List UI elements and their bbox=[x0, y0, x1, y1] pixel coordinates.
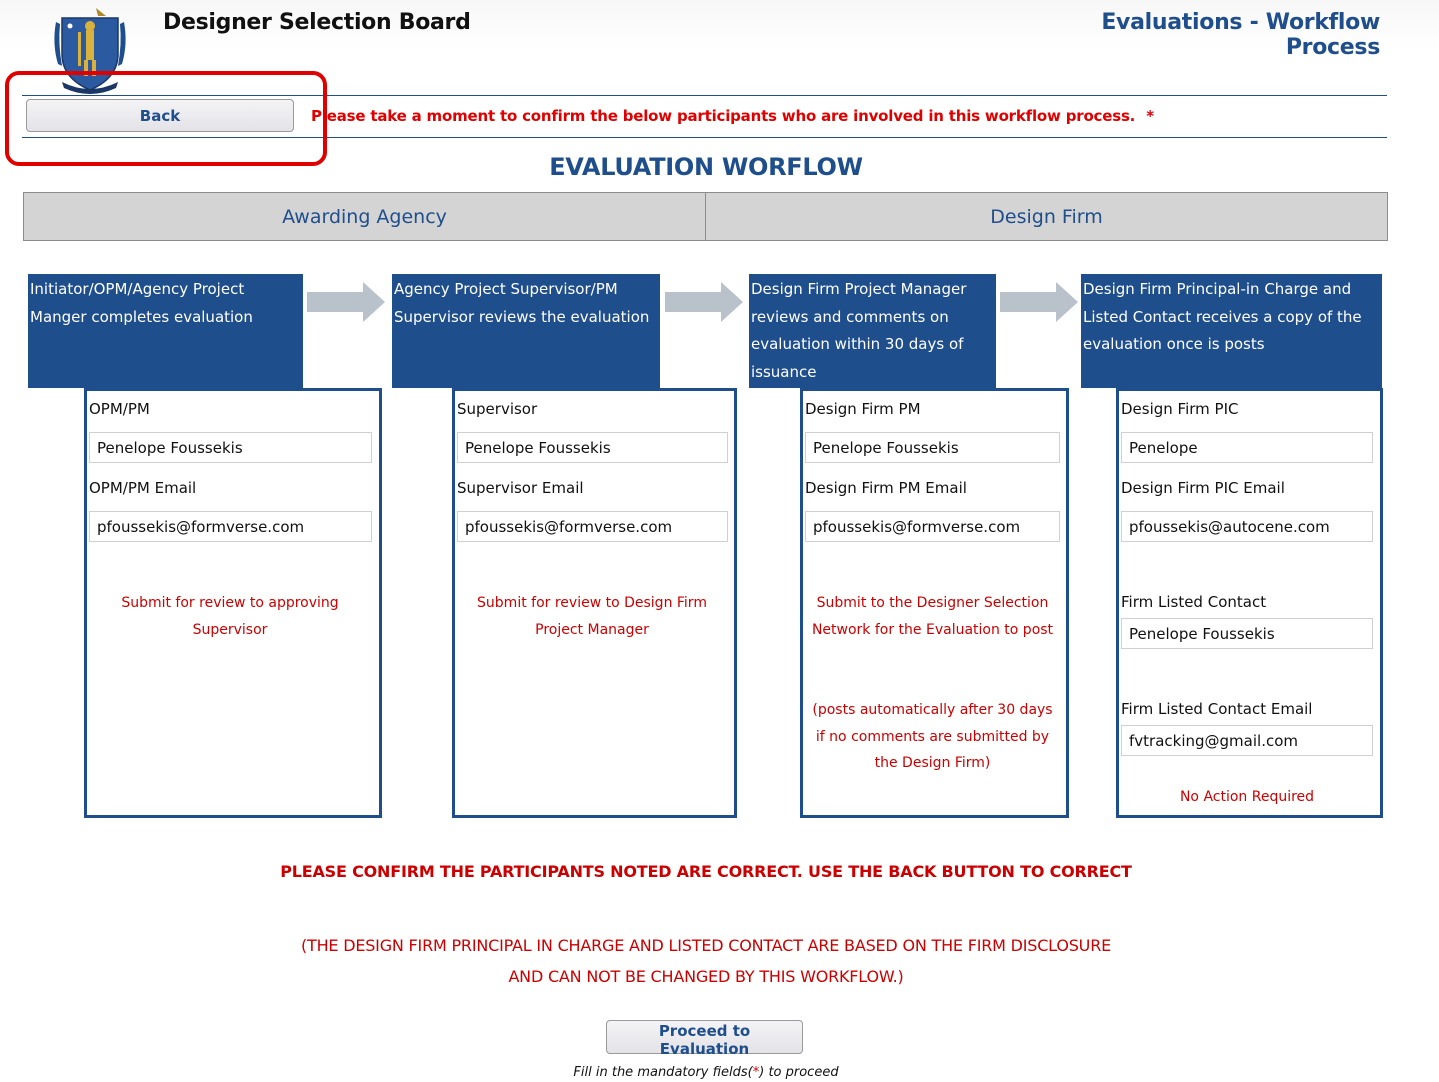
supervisor-email-field[interactable] bbox=[457, 511, 728, 542]
design-firm-pm-email-field[interactable] bbox=[805, 511, 1060, 542]
step-1-description: Initiator/OPM/Agency Project Manger comp… bbox=[28, 274, 303, 388]
mandatory-fields-note: Fill in the mandatory fields(*) to proce… bbox=[0, 1065, 1412, 1080]
required-marker: * bbox=[1146, 107, 1154, 125]
field-label: Firm Listed Contact bbox=[1121, 593, 1267, 611]
back-button-highlight bbox=[5, 71, 327, 166]
arrow-right-icon bbox=[665, 282, 743, 322]
step-3-description: Design Firm Project Manager reviews and … bbox=[749, 274, 996, 388]
lane-design-firm: Design Firm bbox=[705, 192, 1388, 241]
disclosure-line: (THE DESIGN FIRM PRINCIPAL IN CHARGE AND… bbox=[300, 936, 1112, 955]
disclosure-line: AND CAN NOT BE CHANGED BY THIS WORKFLOW.… bbox=[508, 967, 904, 986]
fill-note-text: ) to proceed bbox=[759, 1065, 839, 1080]
opm-email-field[interactable] bbox=[89, 511, 372, 542]
opm-name-field[interactable] bbox=[89, 432, 372, 463]
field-label: Supervisor Email bbox=[457, 479, 584, 497]
fill-note-text: Fill in the mandatory fields( bbox=[573, 1065, 753, 1080]
step-note: Submit for review to Design Firm Project… bbox=[477, 595, 707, 638]
field-label: Design Firm PIC bbox=[1121, 400, 1239, 418]
page-title: Designer Selection Board bbox=[163, 10, 471, 35]
design-firm-pic-name-field[interactable] bbox=[1121, 432, 1373, 463]
confirm-instruction: Please take a moment to confirm the belo… bbox=[311, 107, 1154, 125]
step-note: No Action Required bbox=[1179, 789, 1315, 805]
supervisor-name-field[interactable] bbox=[457, 432, 728, 463]
field-label: Firm Listed Contact Email bbox=[1121, 700, 1313, 718]
field-label: Design Firm PM Email bbox=[805, 479, 967, 497]
step-note-auto-post: (posts automatically after 30 days if no… bbox=[812, 702, 1053, 771]
proceed-to-evaluation-button[interactable]: Proceed to Evaluation bbox=[606, 1020, 803, 1058]
firm-listed-contact-field[interactable] bbox=[1121, 618, 1373, 649]
field-label: OPM/PM Email bbox=[89, 479, 197, 497]
firm-listed-contact-email-field[interactable] bbox=[1121, 725, 1373, 756]
confirm-message: Please take a moment to confirm the belo… bbox=[311, 107, 1136, 125]
field-label: Design Firm PIC Email bbox=[1121, 479, 1285, 497]
arrow-right-icon bbox=[307, 282, 385, 322]
step-note: Submit for review to approving Superviso… bbox=[121, 595, 339, 638]
design-firm-pm-name-field[interactable] bbox=[805, 432, 1060, 463]
section-title: Evaluations - Workflow Process bbox=[1101, 10, 1380, 60]
step-note: Submit to the Designer Selection Network… bbox=[811, 595, 1054, 638]
confirm-participants-warning: PLEASE CONFIRM THE PARTICIPANTS NOTED AR… bbox=[280, 862, 1132, 881]
workflow-title: EVALUATION WORFLOW bbox=[549, 153, 863, 181]
field-label: OPM/PM bbox=[89, 400, 150, 418]
step-2-description: Agency Project Supervisor/PM Supervisor … bbox=[392, 274, 660, 388]
design-firm-pic-email-field[interactable] bbox=[1121, 511, 1373, 542]
field-label: Supervisor bbox=[457, 400, 538, 418]
lane-awarding-agency: Awarding Agency bbox=[23, 192, 706, 241]
disclosure-note: (THE DESIGN FIRM PRINCIPAL IN CHARGE AND… bbox=[0, 930, 1412, 992]
step-4-description: Design Firm Principal-in Charge and List… bbox=[1081, 274, 1382, 388]
field-label: Design Firm PM bbox=[805, 400, 921, 418]
arrow-right-icon bbox=[1000, 282, 1078, 322]
